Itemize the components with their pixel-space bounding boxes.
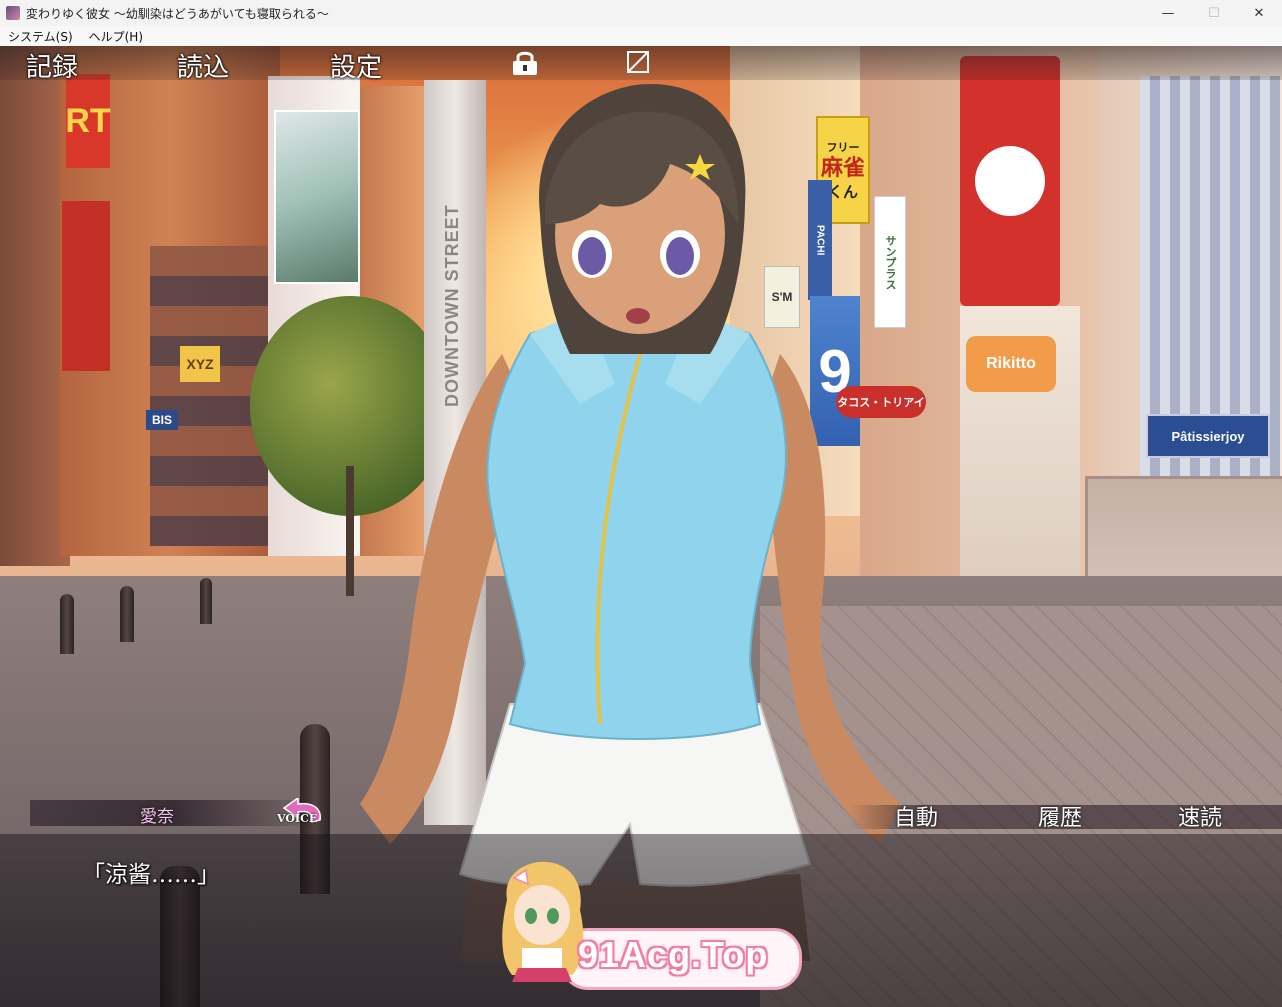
save-button[interactable]: 記録: [26, 47, 78, 84]
dialogue-text: 「涼酱……」: [82, 862, 220, 888]
app-icon: [6, 6, 20, 20]
maximize-button[interactable]: ☐: [1191, 0, 1237, 26]
bollard: [60, 594, 74, 654]
auto-button[interactable]: 自動: [894, 800, 938, 832]
character-top: [486, 312, 787, 740]
menu-help[interactable]: ヘルプ(H): [89, 28, 143, 45]
speaker-name: 愛奈: [140, 807, 174, 827]
character-sprite[interactable]: [340, 84, 940, 961]
sign-left-vertical: [62, 201, 110, 371]
sign-bis: BIS: [146, 410, 178, 430]
load-button[interactable]: 読込: [177, 47, 229, 84]
sign-rt: RT: [65, 74, 111, 168]
sign-shop-orange: Rikitto: [966, 336, 1056, 392]
sign-xyz: XYZ: [180, 346, 220, 382]
config-button[interactable]: 設定: [330, 47, 382, 84]
sign-pastry: Pâtissierjoy: [1146, 414, 1270, 458]
lock-icon[interactable]: [509, 50, 541, 76]
character-iris-right: [666, 237, 694, 275]
character-mouth: [626, 308, 650, 324]
close-button[interactable]: ✕: [1236, 0, 1282, 26]
game-window: 変わりゆく彼女 ～幼馴染はどうあがいても寝取られる～ — ☐ ✕ システム(S)…: [0, 0, 1282, 1007]
skip-button[interactable]: 速読: [1178, 800, 1222, 832]
menu-bar: システム(S) ヘルプ(H): [0, 26, 1282, 47]
menu-system[interactable]: システム(S): [8, 28, 73, 45]
minimize-button[interactable]: —: [1145, 0, 1191, 26]
window-title: 変わりゆく彼女 ～幼馴染はどうあがいても寝取られる～: [26, 6, 329, 21]
voice-button[interactable]: VOICE: [277, 812, 317, 825]
close-box-icon[interactable]: [626, 50, 650, 74]
watermark-mascot: [502, 861, 584, 982]
bollard: [120, 586, 134, 642]
bollard: [200, 578, 212, 624]
sign-mascot: [960, 56, 1060, 306]
history-button[interactable]: 履歴: [1038, 800, 1082, 832]
character-iris-left: [578, 237, 606, 275]
title-bar: 変わりゆく彼女 ～幼馴染はどうあがいても寝取られる～ — ☐ ✕: [0, 0, 1282, 26]
watermark-text: 91Acg.Top: [578, 934, 769, 975]
